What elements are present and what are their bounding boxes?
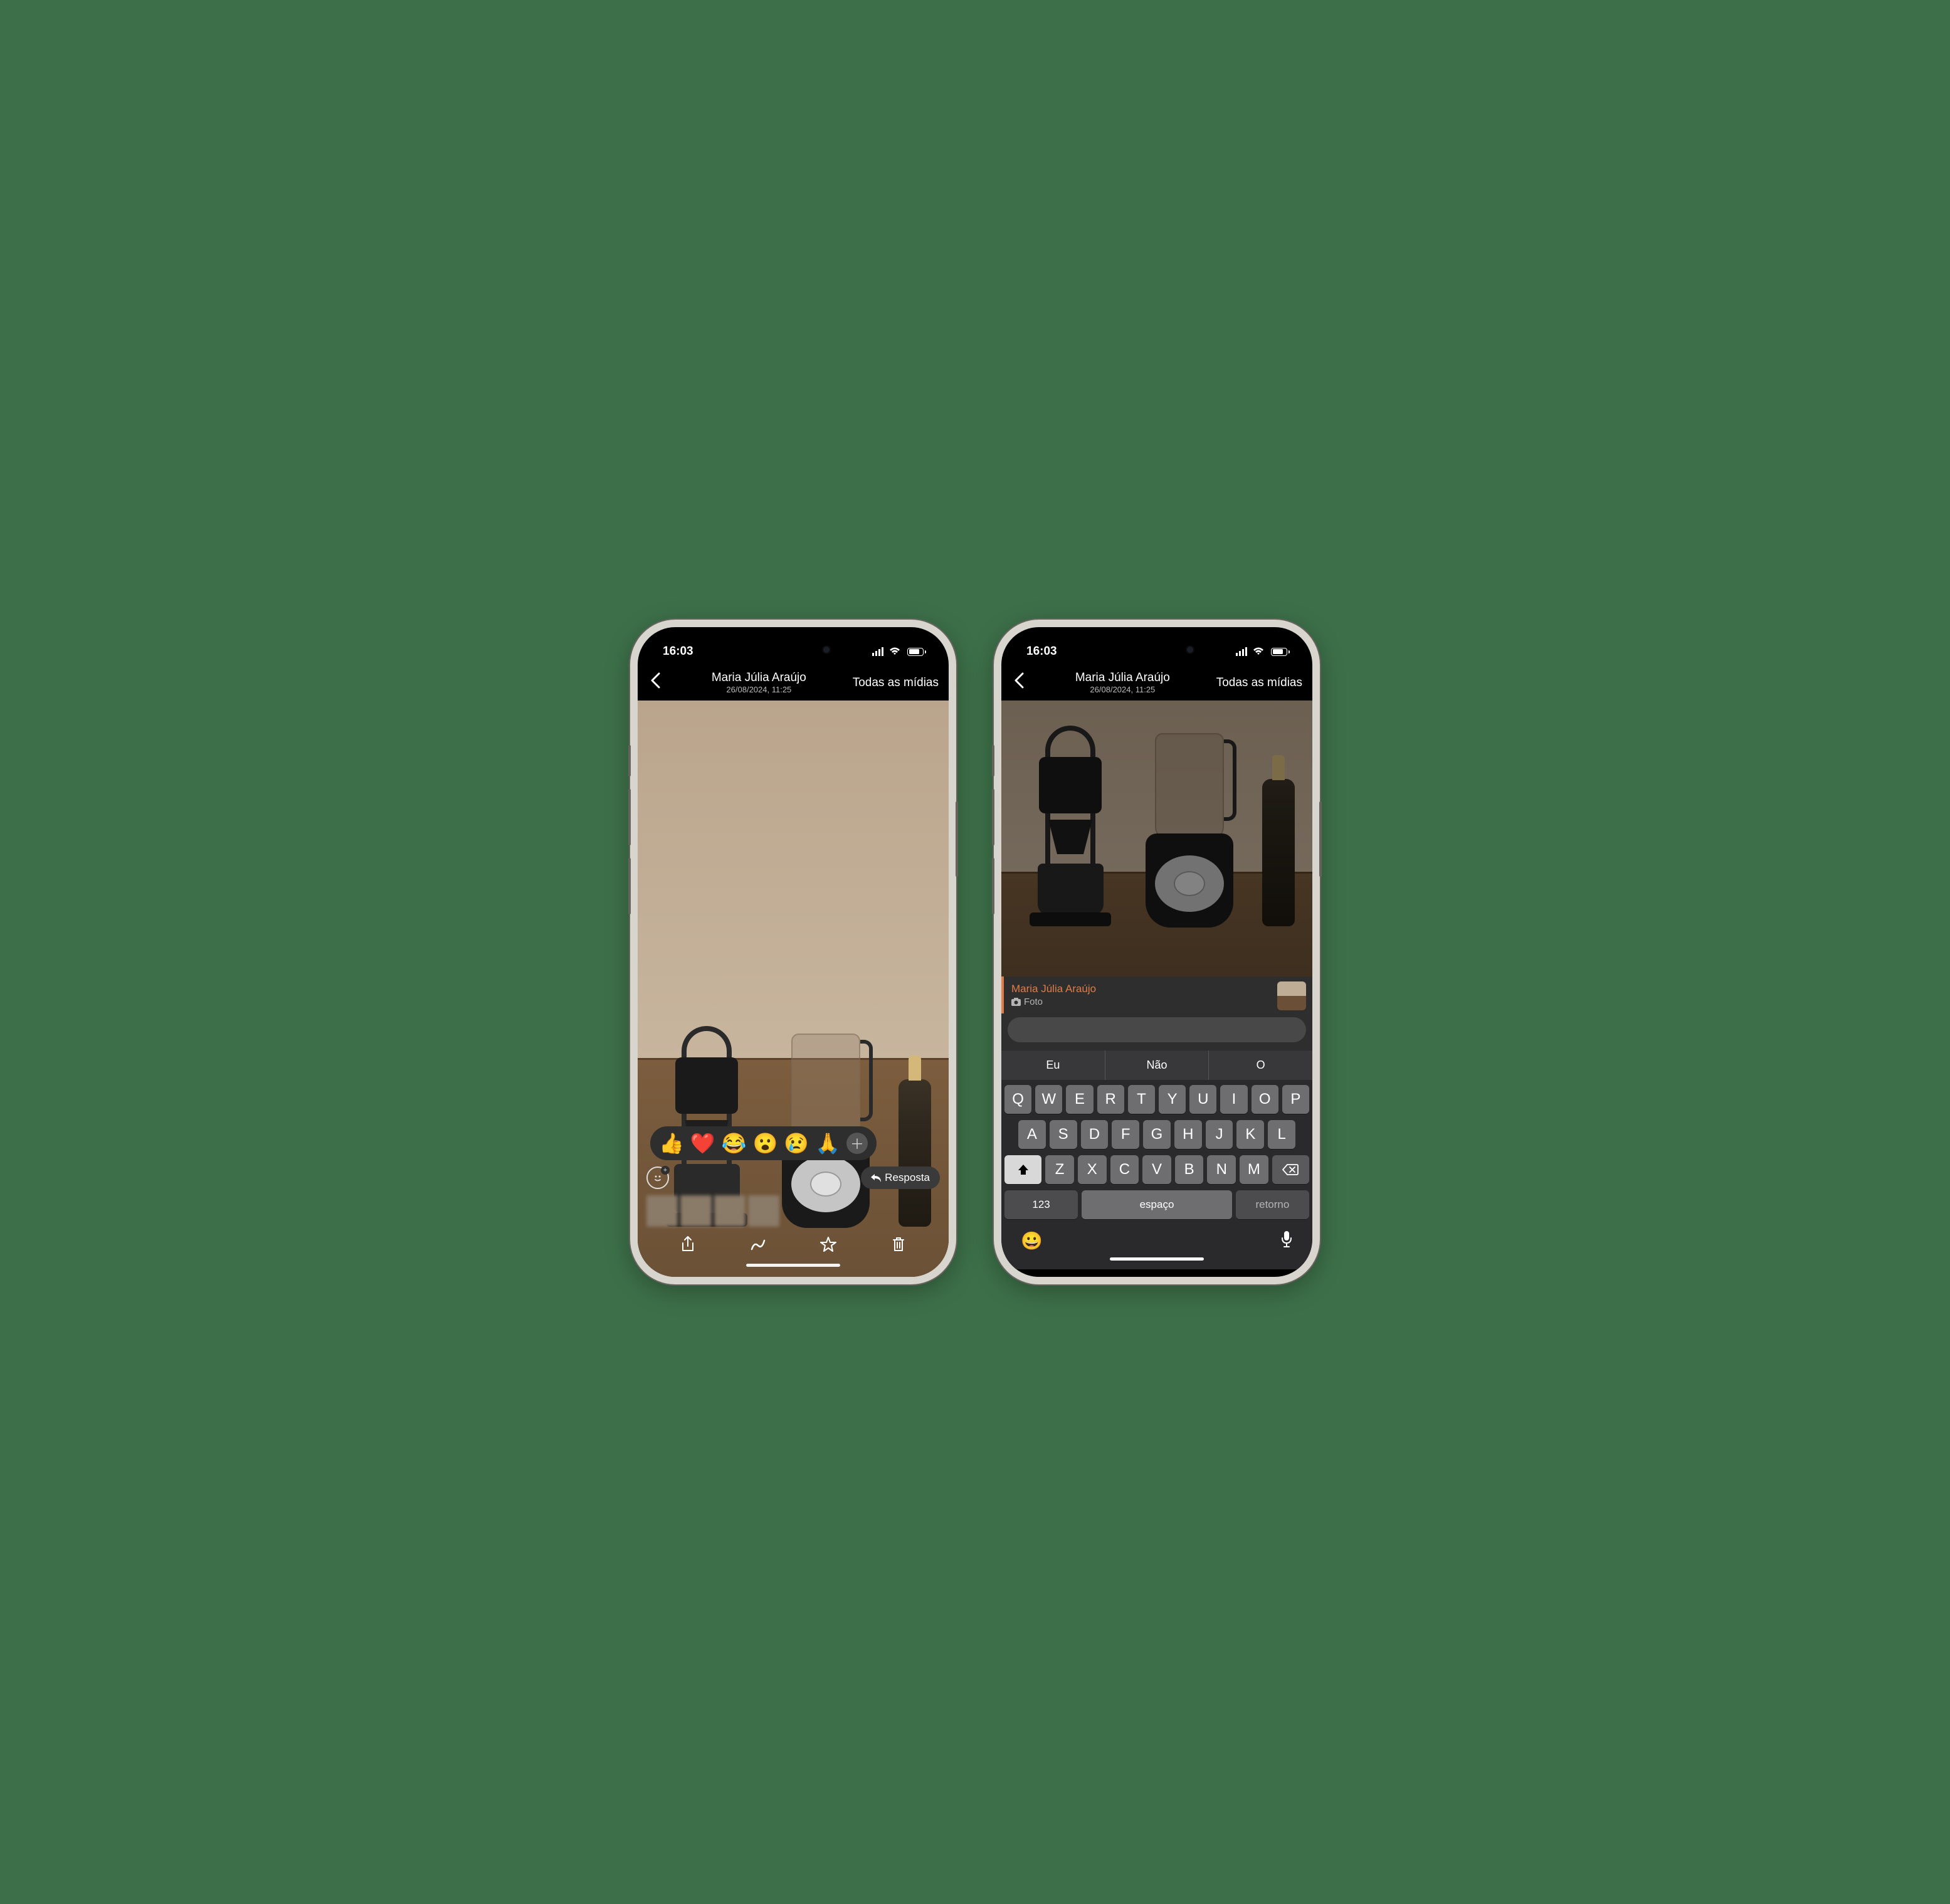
suggestion-2[interactable]: Não (1105, 1050, 1210, 1080)
reply-icon (871, 1173, 881, 1182)
key-space[interactable]: espaço (1082, 1190, 1232, 1219)
dynamic-island (749, 637, 837, 662)
reaction-heart[interactable]: ❤️ (690, 1133, 715, 1153)
media-datetime: 26/08/2024, 11:25 (1029, 685, 1216, 694)
key-shift[interactable] (1004, 1155, 1041, 1184)
status-time: 16:03 (663, 645, 693, 658)
status-icons (1236, 647, 1290, 656)
key-m[interactable]: M (1240, 1155, 1268, 1184)
cellular-icon (1236, 647, 1248, 656)
home-indicator[interactable] (1110, 1257, 1204, 1261)
reaction-wow[interactable]: 😮 (753, 1133, 778, 1153)
add-reaction-button[interactable]: ＋ (846, 1133, 868, 1154)
home-indicator[interactable] (746, 1264, 840, 1267)
key-f[interactable]: F (1112, 1120, 1139, 1149)
media-datetime: 26/08/2024, 11:25 (665, 685, 853, 694)
key-p[interactable]: P (1282, 1085, 1309, 1114)
key-b[interactable]: B (1175, 1155, 1204, 1184)
dictation-button[interactable] (1280, 1230, 1293, 1252)
key-s[interactable]: S (1050, 1120, 1077, 1149)
phone-device-right: 16:03 Maria Júlia Araújo 26/08/2024, 11:… (994, 620, 1320, 1284)
reply-input[interactable] (1008, 1017, 1306, 1042)
all-media-button[interactable]: Todas as mídias (1216, 676, 1302, 690)
markup-button[interactable] (749, 1235, 767, 1256)
media-thumbnails[interactable] (646, 1195, 940, 1227)
key-w[interactable]: W (1035, 1085, 1062, 1114)
delete-button[interactable] (890, 1235, 907, 1256)
emoji-keyboard-button[interactable]: 😀 (1021, 1230, 1043, 1252)
wifi-icon (888, 647, 901, 656)
key-c[interactable]: C (1110, 1155, 1139, 1184)
key-numbers[interactable]: 123 (1004, 1190, 1078, 1219)
star-button[interactable] (820, 1235, 837, 1256)
cellular-icon (872, 647, 885, 656)
keyboard: Q W E R T Y U I O P A S D F G H J K L (1001, 1080, 1312, 1269)
reaction-picker: 👍 ❤️ 😂 😮 😢 🙏 ＋ (650, 1126, 877, 1160)
keyboard-suggestions: Eu Não O (1001, 1050, 1312, 1080)
reply-label: Resposta (885, 1171, 930, 1184)
key-o[interactable]: O (1252, 1085, 1278, 1114)
contact-name: Maria Júlia Araújo (1029, 671, 1216, 685)
key-z[interactable]: Z (1045, 1155, 1074, 1184)
key-h[interactable]: H (1174, 1120, 1202, 1149)
suggestion-1[interactable]: Eu (1001, 1050, 1105, 1080)
key-return[interactable]: retorno (1236, 1190, 1309, 1219)
key-delete[interactable] (1272, 1155, 1309, 1184)
battery-icon (907, 648, 926, 656)
media-photo[interactable]: 👍 ❤️ 😂 😮 😢 🙏 ＋ + Resposta (638, 701, 949, 1277)
reply-context[interactable]: Maria Júlia Araújo Foto (1001, 976, 1312, 1013)
status-time: 16:03 (1026, 645, 1057, 658)
reply-context-type: Foto (1024, 997, 1043, 1007)
wifi-icon (1252, 647, 1265, 656)
reply-context-name: Maria Júlia Araújo (1011, 983, 1096, 995)
key-e[interactable]: E (1066, 1085, 1093, 1114)
share-button[interactable] (679, 1235, 697, 1256)
key-j[interactable]: J (1206, 1120, 1233, 1149)
key-v[interactable]: V (1142, 1155, 1171, 1184)
media-viewer-header: Maria Júlia Araújo 26/08/2024, 11:25 Tod… (1001, 667, 1312, 701)
status-icons (872, 647, 926, 656)
key-u[interactable]: U (1189, 1085, 1216, 1114)
bottom-toolbar (646, 1227, 940, 1261)
key-a[interactable]: A (1018, 1120, 1046, 1149)
back-button[interactable] (1009, 672, 1029, 693)
sticker-button[interactable]: + (646, 1166, 669, 1189)
key-g[interactable]: G (1143, 1120, 1171, 1149)
key-r[interactable]: R (1097, 1085, 1124, 1114)
key-k[interactable]: K (1236, 1120, 1264, 1149)
contact-name: Maria Júlia Araújo (665, 671, 853, 685)
camera-icon (1011, 998, 1021, 1006)
key-t[interactable]: T (1128, 1085, 1155, 1114)
battery-icon (1271, 648, 1290, 656)
phone-device-left: 16:03 Maria Júlia Araújo 26/08/2024, 11:… (630, 620, 956, 1284)
reaction-thumbs-up[interactable]: 👍 (659, 1133, 684, 1153)
suggestion-3[interactable]: O (1209, 1050, 1312, 1080)
key-n[interactable]: N (1207, 1155, 1236, 1184)
key-i[interactable]: I (1220, 1085, 1247, 1114)
reaction-laugh[interactable]: 😂 (722, 1133, 747, 1153)
header-title-block[interactable]: Maria Júlia Araújo 26/08/2024, 11:25 (1029, 671, 1216, 694)
media-photo[interactable] (1001, 701, 1312, 976)
reaction-sad[interactable]: 😢 (784, 1133, 809, 1153)
media-viewer-header: Maria Júlia Araújo 26/08/2024, 11:25 Tod… (638, 667, 949, 701)
key-d[interactable]: D (1081, 1120, 1109, 1149)
back-button[interactable] (645, 672, 665, 693)
header-title-block[interactable]: Maria Júlia Araújo 26/08/2024, 11:25 (665, 671, 853, 694)
key-q[interactable]: Q (1004, 1085, 1031, 1114)
key-y[interactable]: Y (1159, 1085, 1186, 1114)
reply-button[interactable]: Resposta (861, 1166, 940, 1189)
key-x[interactable]: X (1078, 1155, 1107, 1184)
dim-overlay (1001, 701, 1312, 976)
key-l[interactable]: L (1268, 1120, 1295, 1149)
reaction-pray[interactable]: 🙏 (815, 1133, 840, 1153)
dynamic-island (1113, 637, 1201, 662)
all-media-button[interactable]: Todas as mídias (853, 676, 939, 690)
reply-thumbnail (1277, 981, 1306, 1010)
